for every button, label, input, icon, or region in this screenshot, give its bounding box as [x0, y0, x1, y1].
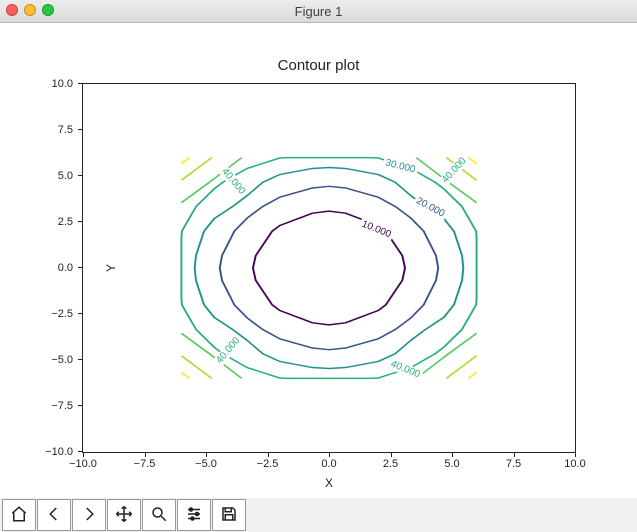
minimize-icon[interactable]: [24, 4, 36, 16]
save-icon: [220, 505, 238, 526]
figure-canvas: Contour plot Y X −10.0 −7.5 −5.0 −2.5 0.…: [0, 23, 637, 499]
home-icon: [10, 505, 28, 526]
contour-level-70: [468, 372, 476, 378]
home-button[interactable]: [2, 499, 36, 531]
ytick: 2.5: [58, 216, 73, 228]
arrow-right-icon: [80, 505, 98, 526]
contour-level-70: [181, 158, 189, 164]
window-controls: [6, 4, 54, 16]
forward-button[interactable]: [72, 499, 106, 531]
xtick: 7.5: [506, 458, 521, 470]
xtick: −7.5: [134, 458, 156, 470]
axes: Y X −10.0 −7.5 −5.0 −2.5 0.0 2.5 5.0 7.5…: [82, 83, 576, 453]
xtick: −10.0: [69, 458, 97, 470]
maximize-icon[interactable]: [42, 4, 54, 16]
close-icon[interactable]: [6, 4, 18, 16]
xtick: −2.5: [257, 458, 279, 470]
ytick: 5.0: [58, 170, 73, 182]
xtick: 10.0: [564, 458, 585, 470]
x-axis-label: X: [325, 476, 333, 490]
ytick: −2.5: [51, 308, 73, 320]
ytick: −5.0: [51, 354, 73, 366]
pan-button[interactable]: [107, 499, 141, 531]
contour-plot: [83, 84, 575, 452]
xtick: 5.0: [444, 458, 459, 470]
ytick: 0.0: [58, 262, 73, 274]
save-button[interactable]: [212, 499, 246, 531]
ytick: 10.0: [52, 78, 73, 90]
zoom-button[interactable]: [142, 499, 176, 531]
zoom-icon: [150, 505, 168, 526]
move-icon: [115, 505, 133, 526]
ytick: 7.5: [58, 124, 73, 136]
window-title: Figure 1: [295, 4, 343, 19]
window-titlebar: Figure 1: [0, 0, 637, 23]
mpl-toolbar: [0, 498, 637, 532]
sliders-icon: [185, 505, 203, 526]
contour-level-70: [181, 372, 189, 378]
ytick: −10.0: [45, 446, 73, 458]
xtick: 0.0: [321, 458, 336, 470]
arrow-left-icon: [45, 505, 63, 526]
ytick: −7.5: [51, 400, 73, 412]
xtick: 2.5: [383, 458, 398, 470]
configure-button[interactable]: [177, 499, 211, 531]
back-button[interactable]: [37, 499, 71, 531]
xtick: −5.0: [195, 458, 217, 470]
contour-level-50: [416, 333, 476, 378]
plot-title: Contour plot: [0, 57, 637, 74]
